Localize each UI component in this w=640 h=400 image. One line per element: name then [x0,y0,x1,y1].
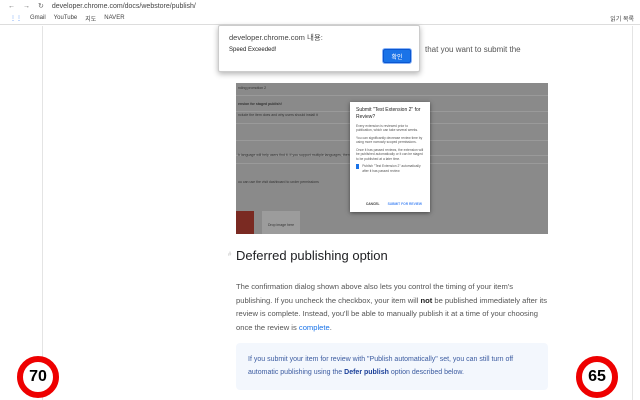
apps-icon[interactable]: ⋮⋮ [10,15,22,22]
reading-list[interactable]: 읽기 목록 [610,14,634,23]
checkbox-label: Publish "Test Extension 2" automatically… [362,164,421,173]
bookmarks-bar: ⋮⋮ Gmail YouTube 지도 NAVER 읽기 목록 [0,12,640,25]
checkbox-checked-icon [356,164,360,170]
cancel-label: CANCEL [365,202,380,206]
shot-text: ension for staged publish! [238,102,282,106]
back-icon[interactable]: ← [8,3,15,10]
bookmark-youtube[interactable]: YouTube [54,15,78,21]
dialog-title: Submit "Test Extension 2" for Review? [356,107,421,120]
speed-sign-left: 70 [17,356,59,398]
ok-button[interactable]: 확인 [383,49,411,63]
complete-link[interactable]: complete [299,323,330,332]
bookmark-maps[interactable]: 지도 [85,14,96,23]
shot-text: nding promotion 2 [238,86,267,90]
paragraph: The confirmation dialog shown above also… [236,282,548,332]
review-dialog: Submit "Test Extension 2" for Review? Ev… [350,102,430,212]
reload-icon[interactable]: ↻ [38,2,44,10]
bookmark-gmail[interactable]: Gmail [30,15,46,21]
dialog-text: Once it has passed reviews, the extensio… [356,147,424,161]
dialog-text: You can significantly decrease review ti… [356,135,423,145]
divider [42,26,43,400]
alert-origin: developer.chrome.com 내용: [229,33,323,42]
address-bar[interactable]: developer.chrome.com/docs/webstore/publi… [52,3,196,10]
speed-sign-right: 65 [576,356,618,398]
note-box: If you submit your item for review with … [236,343,548,390]
anchor-link[interactable]: # [228,252,231,258]
dialog-text: Every extension is reviewed prior to pub… [356,124,419,133]
submit-label: SUBMIT FOR REVIEW [387,202,422,206]
shot-text: h language will help users find it. If y… [238,153,363,157]
alert-message: Speed Exceeded! [229,47,277,53]
bookmark-naver[interactable]: NAVER [104,15,124,21]
drop-zone: Drop image here [262,211,300,234]
shot-text: ou can use the visit dashboard to under … [238,180,319,184]
divider [632,26,633,400]
thumbnail [236,211,254,234]
shot-text: nclude the item does and why users shoul… [238,113,318,117]
alert-dialog: developer.chrome.com 내용: Speed Exceeded!… [218,25,420,72]
automatic-publishing-link[interactable]: automatic publishing [248,369,312,376]
intro-text: that you want to submit the [425,45,521,54]
section-heading: Deferred publishing option [236,248,388,263]
forward-icon[interactable]: → [23,3,30,10]
browser-toolbar: ← → ↻ developer.chrome.com/docs/webstore/p… [0,0,640,12]
